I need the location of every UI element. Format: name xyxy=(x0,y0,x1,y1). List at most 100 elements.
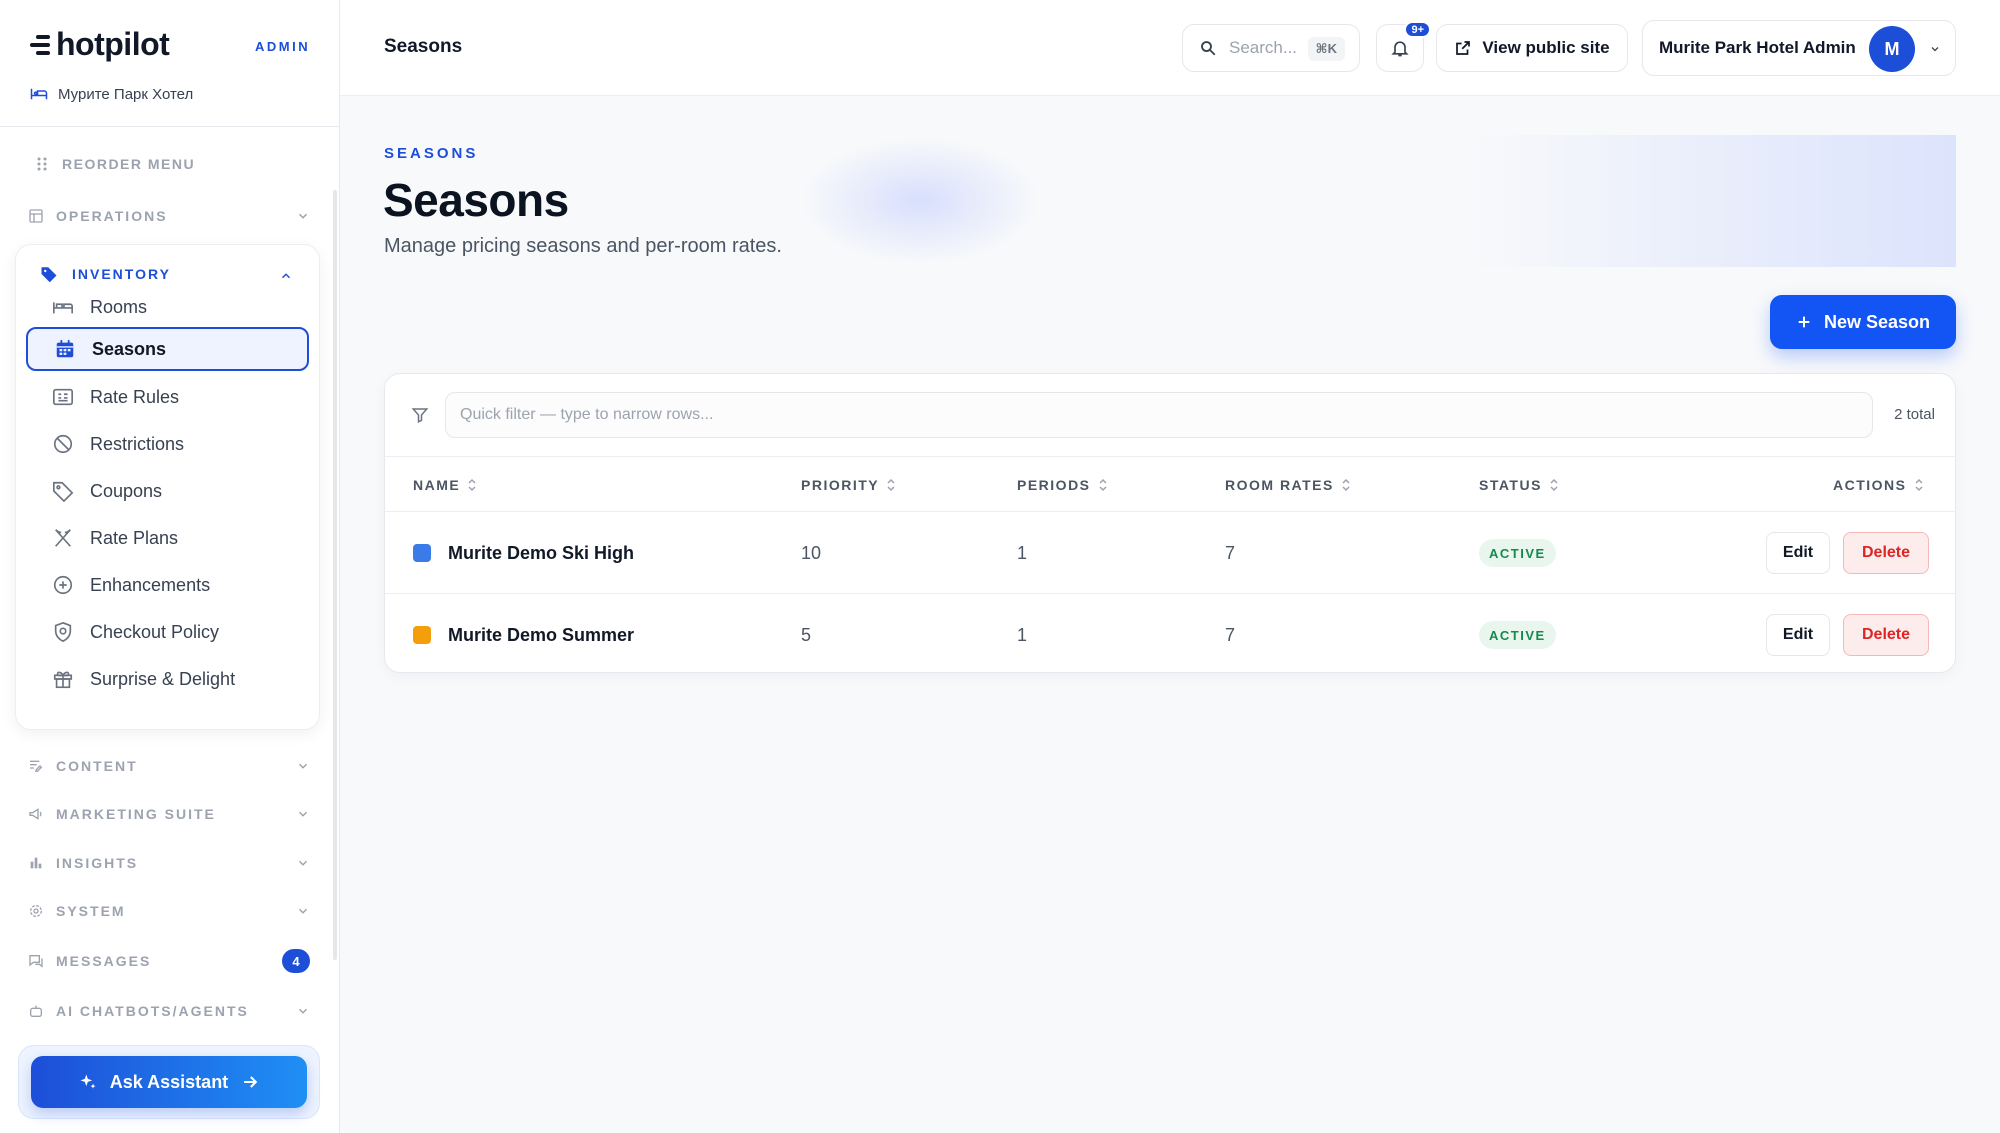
section-marketing-label: MARKETING SUITE xyxy=(56,806,216,822)
table-row[interactable]: Murite Demo Ski High 10 1 7 ACTIVE Edit … xyxy=(385,512,1955,594)
column-actions[interactable]: ACTIONS xyxy=(1833,477,1923,493)
sidebar-item-label: Coupons xyxy=(90,480,163,501)
sidebar-item-checkout-policy[interactable]: Checkout Policy xyxy=(26,610,309,654)
column-priority[interactable]: PRIORITY xyxy=(801,477,895,493)
avatar: M xyxy=(1869,26,1915,72)
bed-icon xyxy=(30,88,48,100)
ask-assistant-button[interactable]: Ask Assistant xyxy=(31,1056,307,1108)
reorder-menu-button[interactable]: REORDER MENU xyxy=(36,156,195,172)
tag-filled-icon xyxy=(41,267,57,283)
bell-icon xyxy=(1391,41,1409,57)
section-operations[interactable]: OPERATIONS xyxy=(28,202,310,230)
ask-assistant-container: Ask Assistant xyxy=(18,1045,320,1119)
global-search[interactable]: Search... ⌘K xyxy=(1182,24,1360,72)
shield-icon xyxy=(54,621,72,643)
season-name: Murite Demo Summer xyxy=(448,625,635,645)
rate-rules-icon xyxy=(53,388,73,406)
utensils-icon xyxy=(55,529,71,547)
column-periods-label: PERIODS xyxy=(1017,477,1091,493)
topbar-title: Seasons xyxy=(384,36,463,57)
section-ai-label: AI CHATBOTS/AGENTS xyxy=(56,1003,249,1019)
sidebar-item-rooms[interactable]: Rooms xyxy=(26,285,309,329)
section-messages-label: MESSAGES xyxy=(56,953,152,969)
filter-icon xyxy=(411,408,429,423)
chevron-down-icon xyxy=(298,860,308,866)
section-messages[interactable]: MESSAGES 4 xyxy=(28,947,310,975)
ask-assistant-label: Ask Assistant xyxy=(109,1071,229,1092)
section-ai-chatbots[interactable]: AI CHATBOTS/AGENTS xyxy=(28,997,310,1025)
topbar: Seasons Search... ⌘K 9+ View public site… xyxy=(340,0,2000,96)
ban-icon xyxy=(53,434,73,454)
sidebar-item-restrictions[interactable]: Restrictions xyxy=(26,422,309,466)
edit-button[interactable]: Edit xyxy=(1766,614,1830,656)
column-periods[interactable]: PERIODS xyxy=(1017,477,1107,493)
table-row[interactable]: Murite Demo Summer 5 1 7 ACTIVE Edit Del… xyxy=(385,594,1955,676)
section-system[interactable]: SYSTEM xyxy=(28,897,310,925)
sidebar-item-enhancements[interactable]: Enhancements xyxy=(26,563,309,607)
plus-circle-icon xyxy=(53,575,73,595)
column-name-label: NAME xyxy=(413,477,461,493)
season-room-rates: 7 xyxy=(1225,625,1236,645)
notifications-button[interactable]: 9+ xyxy=(1376,21,1431,72)
seasons-table-card: 2 total NAME PRIORITY PERIODS ROOM RATES… xyxy=(384,373,1956,673)
hotel-selector[interactable]: Мурите Парк Хотел xyxy=(30,85,193,103)
gift-icon xyxy=(53,671,73,689)
section-operations-label: OPERATIONS xyxy=(56,208,168,224)
user-name: Murite Park Hotel Admin xyxy=(1659,38,1856,57)
column-room-rates-label: ROOM RATES xyxy=(1225,477,1334,493)
season-color-swatch xyxy=(413,626,431,644)
chevron-down-icon xyxy=(1931,47,1939,52)
sidebar-item-surprise-delight[interactable]: Surprise & Delight xyxy=(26,657,309,701)
sidebar-item-seasons[interactable]: Seasons xyxy=(26,327,309,371)
section-insights[interactable]: INSIGHTS xyxy=(28,849,310,877)
total-count: 2 total xyxy=(1894,406,1935,423)
sidebar-scrollbar[interactable] xyxy=(333,190,337,960)
section-inventory[interactable]: INVENTORY xyxy=(40,265,171,283)
sort-icon xyxy=(468,478,476,492)
sparkles-icon xyxy=(80,1074,96,1089)
delete-button[interactable]: Delete xyxy=(1843,532,1929,574)
search-placeholder: Search... xyxy=(1229,38,1298,57)
view-public-site-button[interactable]: View public site xyxy=(1436,24,1628,72)
edit-button[interactable]: Edit xyxy=(1766,532,1830,574)
season-periods: 1 xyxy=(1017,625,1028,645)
chevron-down-icon xyxy=(298,908,308,914)
sidebar-item-label: Seasons xyxy=(92,338,167,359)
sidebar-item-label: Checkout Policy xyxy=(90,621,220,642)
arrow-right-icon xyxy=(244,1076,258,1088)
brand-logo[interactable]: hotpilot xyxy=(30,26,170,63)
season-periods: 1 xyxy=(1017,543,1028,563)
section-insights-label: INSIGHTS xyxy=(56,855,139,871)
section-marketing-suite[interactable]: MARKETING SUITE xyxy=(28,800,310,828)
sidebar-item-coupons[interactable]: Coupons xyxy=(26,469,309,513)
page-title: Seasons xyxy=(383,174,569,226)
quick-filter-input[interactable] xyxy=(445,392,1873,438)
delete-button[interactable]: Delete xyxy=(1843,614,1929,656)
new-season-button[interactable]: New Season xyxy=(1770,295,1956,349)
tag-icon xyxy=(53,481,74,502)
sidebar-item-label: Enhancements xyxy=(90,574,211,595)
section-content[interactable]: CONTENT xyxy=(28,752,310,780)
season-priority: 10 xyxy=(801,543,822,563)
column-name[interactable]: NAME xyxy=(413,477,476,493)
sidebar-item-label: Rate Rules xyxy=(90,386,180,407)
table-header: NAME PRIORITY PERIODS ROOM RATES STATUS … xyxy=(385,456,1955,512)
content-icon xyxy=(30,760,43,772)
season-room-rates: 7 xyxy=(1225,543,1236,563)
column-room-rates[interactable]: ROOM RATES xyxy=(1225,477,1350,493)
user-menu[interactable]: Murite Park Hotel Admin M xyxy=(1642,20,1956,76)
sidebar-item-label: Rooms xyxy=(90,296,148,317)
status-badge: ACTIVE xyxy=(1479,539,1556,567)
hero-decoration xyxy=(740,135,1956,267)
sidebar-item-rate-plans[interactable]: Rate Plans xyxy=(26,516,309,560)
search-icon xyxy=(1201,41,1216,56)
sidebar-item-rate-rules[interactable]: Rate Rules xyxy=(26,375,309,419)
sort-icon xyxy=(1914,478,1923,492)
sidebar: hotpilot ADMIN Мурите Парк Хотел REORDER… xyxy=(0,0,340,1133)
column-priority-label: PRIORITY xyxy=(801,477,880,493)
column-status[interactable]: STATUS xyxy=(1479,477,1558,493)
gear-icon xyxy=(30,905,42,917)
sort-icon xyxy=(1098,478,1107,492)
hotel-name-label: Мурите Парк Хотел xyxy=(58,85,194,103)
chevron-up-icon[interactable] xyxy=(279,269,293,283)
